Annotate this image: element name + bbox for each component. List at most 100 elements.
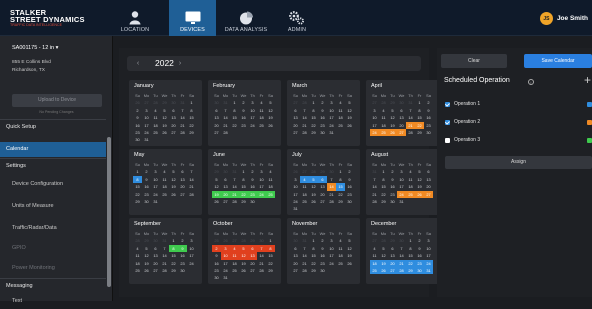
day-cell[interactable]: 9 [345,176,354,183]
day-cell[interactable]: 12 [160,114,169,121]
day-cell[interactable]: 30 [142,198,151,205]
day-cell[interactable]: 14 [327,183,336,191]
day-cell[interactable]: 24 [142,129,151,136]
day-cell[interactable]: 20 [424,183,433,190]
day-cell[interactable]: 18 [379,122,388,129]
day-cell[interactable]: 16 [212,260,221,267]
day-cell[interactable]: 17 [257,183,266,190]
day-cell[interactable]: 24 [248,122,257,129]
day-cell[interactable]: 29 [239,198,248,205]
day-cell[interactable]: 24 [151,191,160,198]
day-cell[interactable]: 24 [397,190,406,198]
day-cell[interactable]: 28 [300,129,309,136]
day-cell[interactable]: 19 [169,183,178,190]
day-cell[interactable]: 26 [212,198,221,205]
day-cell[interactable]: 27 [397,128,406,137]
day-cell[interactable]: 18 [336,252,345,259]
day-cell[interactable]: 19 [415,183,424,190]
day-cell[interactable]: 14 [230,183,239,190]
day-cell[interactable]: 18 [266,183,275,190]
nav-location[interactable]: LOCATION [116,0,154,36]
day-cell[interactable]: 14 [406,114,415,121]
info-icon[interactable]: i [528,79,534,85]
day-cell[interactable]: 24 [221,267,230,274]
sidebar-item-calendar[interactable]: Calendar [0,142,106,157]
day-cell[interactable]: 2 [142,168,151,175]
day-cell[interactable]: 30 [248,198,257,205]
day-cell[interactable]: 14 [221,114,230,121]
day-cell[interactable]: 2 [248,168,257,175]
day-cell[interactable]: 10 [370,114,379,121]
day-cell[interactable]: 16 [345,183,354,190]
day-cell[interactable]: 10 [142,114,151,121]
day-cell[interactable]: 25 [257,122,266,129]
day-cell[interactable]: 5 [388,107,397,114]
clear-button[interactable]: Clear [441,54,507,68]
day-cell[interactable]: 16 [248,183,257,190]
day-cell[interactable]: 12 [212,183,221,190]
day-cell[interactable]: 2 [318,99,327,106]
day-cell[interactable]: 27 [178,191,187,198]
day-cell[interactable]: 4 [160,168,169,175]
day-cell[interactable]: 20 [318,191,327,198]
day-cell[interactable]: 7 [300,107,309,114]
day-cell[interactable]: 7 [406,107,415,114]
day-cell[interactable]: 21 [221,122,230,129]
day-cell[interactable]: 27 [221,198,230,205]
day-cell[interactable]: 21 [257,260,266,267]
day-cell[interactable]: 21 [397,259,406,267]
day-cell[interactable]: 30 [133,136,142,143]
sidebar-item-units-of-measure[interactable]: Units of Measure [0,199,106,214]
day-cell[interactable]: 17 [370,122,379,129]
day-cell[interactable]: 15 [379,183,388,190]
day-cell[interactable]: 20 [248,260,257,267]
day-cell[interactable]: 5 [142,245,151,252]
day-cell[interactable]: 6 [291,107,300,114]
day-cell[interactable]: 14 [300,252,309,259]
day-cell[interactable]: 26 [266,122,275,129]
day-cell[interactable]: 26 [169,191,178,198]
day-cell[interactable]: 20 [169,122,178,129]
day-cell[interactable]: 2 [424,99,433,106]
day-cell[interactable]: 15 [309,114,318,121]
day-cell[interactable]: 11 [257,107,266,114]
day-cell[interactable]: 5 [379,245,388,252]
day-cell[interactable]: 11 [300,183,309,190]
day-cell[interactable]: 27 [212,129,221,136]
day-cell[interactable]: 12 [309,183,318,190]
day-cell[interactable]: 31 [151,198,160,205]
day-cell[interactable]: 13 [169,114,178,121]
day-cell[interactable]: 27 [151,267,160,274]
nav-data-analysis[interactable]: DATA ANALYSIS [224,0,268,36]
day-cell[interactable]: 4 [266,168,275,175]
day-cell[interactable]: 1 [379,168,388,175]
day-cell[interactable]: 8 [309,245,318,252]
day-cell[interactable]: 23 [318,122,327,129]
day-cell[interactable]: 27 [318,198,327,205]
day-cell[interactable]: 3 [257,168,266,175]
day-cell[interactable]: 24 [257,190,266,198]
day-cell[interactable]: 29 [266,267,275,274]
day-cell[interactable]: 15 [415,114,424,121]
day-cell[interactable]: 5 [239,244,248,253]
day-cell[interactable]: 27 [291,267,300,274]
day-cell[interactable]: 17 [327,114,336,121]
day-cell[interactable]: 29 [379,198,388,205]
day-cell[interactable]: 14 [178,114,187,121]
day-cell[interactable]: 18 [230,260,239,267]
day-cell[interactable]: 26 [160,129,169,136]
stalker-logo[interactable]: STALKER STREET DYNAMICS TRAFFIC DATA INT… [10,9,100,28]
day-cell[interactable]: 7 [257,244,266,253]
add-operation-icon[interactable]: + [584,73,591,87]
day-cell[interactable]: 5 [212,176,221,183]
day-cell[interactable]: 26 [345,122,354,129]
day-cell[interactable]: 12 [379,252,388,259]
day-cell[interactable]: 15 [230,114,239,121]
day-cell[interactable]: 13 [212,114,221,121]
day-cell[interactable]: 28 [370,198,379,205]
day-cell[interactable]: 4 [370,245,379,252]
day-cell[interactable]: 2 [345,168,354,175]
day-cell[interactable]: 26 [142,267,151,274]
day-cell[interactable]: 7 [300,245,309,252]
day-cell[interactable]: 12 [345,245,354,252]
